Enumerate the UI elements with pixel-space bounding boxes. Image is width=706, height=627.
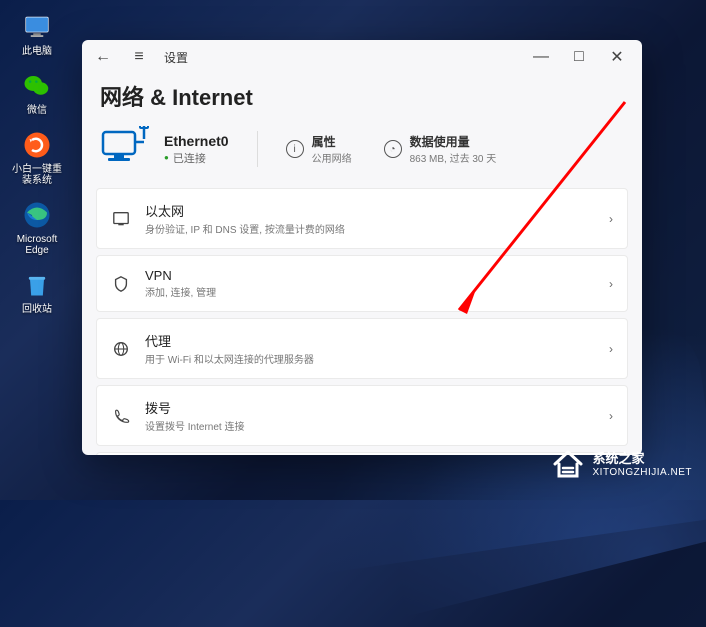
chevron-right-icon: › (609, 212, 613, 226)
maximize-button[interactable]: □ (560, 42, 598, 72)
back-button[interactable]: ← (88, 42, 118, 72)
data-usage-button[interactable]: ◔ 数据使用量 863 MB, 过去 30 天 (384, 133, 497, 165)
chevron-right-icon: › (609, 277, 613, 291)
computer-network-icon (100, 126, 150, 172)
card-sub: 设置拨号 Internet 连接 (145, 418, 595, 433)
desktop-icon-label: 小白一键重装系统 (12, 164, 62, 186)
list-item-proxy[interactable]: 代理 用于 Wi-Fi 和以太网连接的代理服务器 › (96, 318, 628, 379)
card-sub: 添加, 连接, 管理 (145, 284, 595, 299)
chevron-right-icon: › (609, 409, 613, 423)
card-title: 拨号 (145, 398, 595, 417)
list-item-ethernet[interactable]: 以太网 身份验证, IP 和 DNS 设置, 按流量计费的网络 › (96, 188, 628, 249)
desktop-icon-label: 回收站 (22, 304, 52, 315)
card-title: VPN (145, 268, 595, 283)
page-title: 网络 & Internet (82, 74, 642, 126)
card-sub: 用于 Wi-Fi 和以太网连接的代理服务器 (145, 351, 595, 366)
properties-button[interactable]: i 属性 公用网络 (286, 133, 352, 165)
stat-sub: 863 MB, 过去 30 天 (410, 150, 497, 165)
dialup-icon (111, 406, 131, 426)
desktop-icon-xiaobai[interactable]: 小白一键重装系统 (12, 128, 62, 186)
list-item-dialup[interactable]: 拨号 设置拨号 Internet 连接 › (96, 385, 628, 446)
titlebar: ← ≡ 设置 — □ ✕ (82, 40, 642, 74)
card-title: 代理 (145, 331, 595, 350)
desktop-icon-wechat[interactable]: 微信 (12, 69, 62, 116)
reinstall-icon (20, 128, 54, 162)
recycle-bin-icon (20, 268, 54, 302)
settings-window: ← ≡ 设置 — □ ✕ 网络 & Internet Ethernet0 ●已连… (82, 40, 642, 455)
house-icon (551, 446, 585, 480)
ethernet-icon (111, 209, 131, 229)
desktop-icon-label: Microsoft Edge (12, 234, 62, 256)
vpn-icon (111, 274, 131, 294)
watermark: 系统之家 XITONGZHIJIA.NET (551, 446, 693, 480)
info-icon: i (286, 140, 304, 158)
desktop-icon-label: 此电脑 (22, 46, 52, 57)
desktop-icon-recycle[interactable]: 回收站 (12, 268, 62, 315)
edge-icon (20, 198, 54, 232)
desktop-icons-column: 此电脑 微信 小白一键重装系统 Microsoft Edge 回收站 (12, 10, 62, 315)
list-item-advanced[interactable]: 高级网络设置 › (96, 452, 628, 455)
hamburger-icon[interactable]: ≡ (124, 42, 154, 72)
settings-list: 以太网 身份验证, IP 和 DNS 设置, 按流量计费的网络 › VPN 添加… (82, 188, 642, 455)
stat-title: 数据使用量 (410, 133, 497, 150)
minimize-button[interactable]: — (522, 42, 560, 72)
watermark-url: XITONGZHIJIA.NET (593, 467, 693, 478)
window-title: 设置 (164, 49, 188, 66)
desktop-icon-edge[interactable]: Microsoft Edge (12, 198, 62, 256)
desktop-icon-this-pc[interactable]: 此电脑 (12, 10, 62, 57)
connection-state: ●已连接 (164, 150, 229, 166)
card-title: 以太网 (145, 201, 595, 220)
proxy-icon (111, 339, 131, 359)
connection-name: Ethernet0 (164, 133, 229, 149)
desktop-icon-label: 微信 (27, 105, 47, 116)
stat-title: 属性 (312, 133, 352, 150)
close-button[interactable]: ✕ (598, 42, 636, 72)
wechat-icon (20, 69, 54, 103)
watermark-name: 系统之家 (593, 448, 693, 467)
meter-icon: ◔ (384, 140, 402, 158)
connection-status-row: Ethernet0 ●已连接 i 属性 公用网络 ◔ 数据使用量 863 MB,… (82, 126, 642, 188)
chevron-right-icon: › (609, 342, 613, 356)
card-sub: 身份验证, IP 和 DNS 设置, 按流量计费的网络 (145, 221, 595, 236)
pc-icon (20, 10, 54, 44)
stat-sub: 公用网络 (312, 150, 352, 165)
list-item-vpn[interactable]: VPN 添加, 连接, 管理 › (96, 255, 628, 312)
